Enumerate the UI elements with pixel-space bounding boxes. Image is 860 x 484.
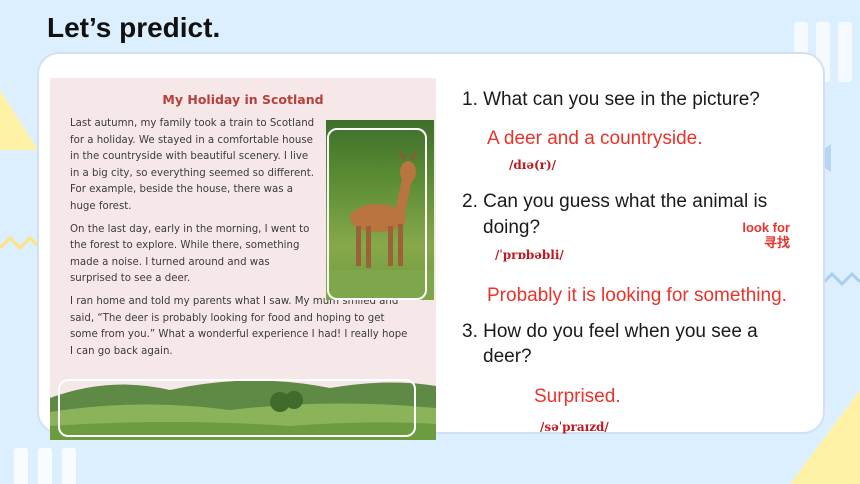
page-title: Let’s predict. <box>47 12 221 43</box>
deer-highlight-frame <box>327 128 427 300</box>
excerpt-title: My Holiday in Scotland <box>162 92 324 107</box>
answer-1: A deer and a countryside. <box>487 128 703 149</box>
yellow-triangle-decoration <box>0 90 38 150</box>
white-bars-decoration-bottom <box>14 448 76 484</box>
excerpt-text: Last autumn, my family took a train to S… <box>70 116 407 366</box>
vocab-note-cn: 寻找 <box>763 235 790 250</box>
question-1: 1. What can you see in the picture? <box>462 89 760 110</box>
phonetic-deer: /dɪə(r)/ <box>509 158 557 172</box>
question-2-line-1: 2. Can you guess what the animal is <box>462 191 768 212</box>
vocab-note-en: look for <box>742 220 790 235</box>
answer-3: Surprised. <box>534 386 621 407</box>
phonetic-surprised: /səˈpraɪzd/ <box>540 420 609 434</box>
question-2-line-2: doing? <box>483 217 541 238</box>
answer-2: Probably it is looking for something. <box>487 285 787 306</box>
excerpt-paragraph: On the last day, early in the morning, I… <box>70 223 310 285</box>
excerpt-paragraph: Last autumn, my family took a train to S… <box>70 118 315 212</box>
phonetic-probably: /ˈprɒbəbli/ <box>495 248 564 262</box>
question-3-line-2: deer? <box>483 346 532 367</box>
question-3-line-1: 3. How do you feel when you see a <box>462 321 758 342</box>
zigzag-decoration-right <box>822 271 860 287</box>
vocab-note: look for 寻找 <box>720 220 790 250</box>
excerpt-paragraph: I ran home and told my parents what I sa… <box>70 295 408 357</box>
landscape-highlight-frame <box>58 379 416 437</box>
